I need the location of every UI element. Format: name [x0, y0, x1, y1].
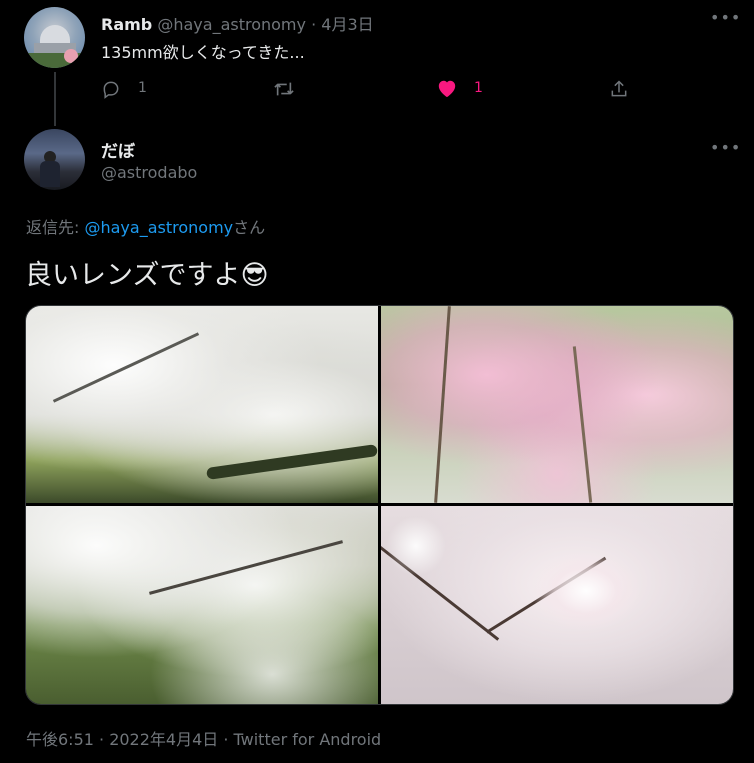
- tweet-more-icon[interactable]: •••: [710, 138, 741, 157]
- parent-header: Ramb @haya_astronomy · 4月3日: [101, 11, 374, 35]
- retweet-icon[interactable]: [273, 79, 295, 99]
- like-count: 1: [474, 80, 483, 96]
- thread-line: [54, 72, 56, 126]
- parent-text: 135mm欲しくなってきた...: [101, 43, 305, 62]
- author-handle[interactable]: @astrodabo: [101, 163, 197, 182]
- reply-to: 返信先: @haya_astronomyさん: [26, 214, 265, 238]
- parent-handle[interactable]: @haya_astronomy: [157, 15, 306, 34]
- parent-date[interactable]: 4月3日: [321, 15, 373, 34]
- tweet-text: 良いレンズですよ😎: [25, 260, 269, 291]
- share-icon[interactable]: [609, 78, 629, 100]
- photo-3[interactable]: [26, 506, 378, 704]
- parent-avatar[interactable]: [24, 7, 85, 68]
- photo-grid: [25, 305, 734, 705]
- parent-separator: ·: [311, 15, 317, 34]
- reply-icon[interactable]: [101, 79, 121, 99]
- photo-2[interactable]: [381, 306, 733, 503]
- reply-to-handle[interactable]: @haya_astronomy: [84, 218, 233, 237]
- parent-display-name[interactable]: Ramb: [101, 15, 152, 34]
- photo-4[interactable]: [381, 506, 733, 704]
- photo-1[interactable]: [26, 306, 378, 503]
- parent-more-icon[interactable]: •••: [710, 8, 741, 27]
- reply-count: 1: [138, 80, 147, 96]
- author-display-name[interactable]: だぼ: [101, 137, 135, 162]
- tweet-timestamp[interactable]: 午後6:51 · 2022年4月4日 · Twitter for Android: [26, 726, 381, 750]
- reply-to-prefix: 返信先:: [26, 218, 85, 237]
- reply-to-suffix: さん: [233, 218, 266, 237]
- like-icon[interactable]: [436, 78, 458, 98]
- author-avatar[interactable]: [24, 129, 85, 190]
